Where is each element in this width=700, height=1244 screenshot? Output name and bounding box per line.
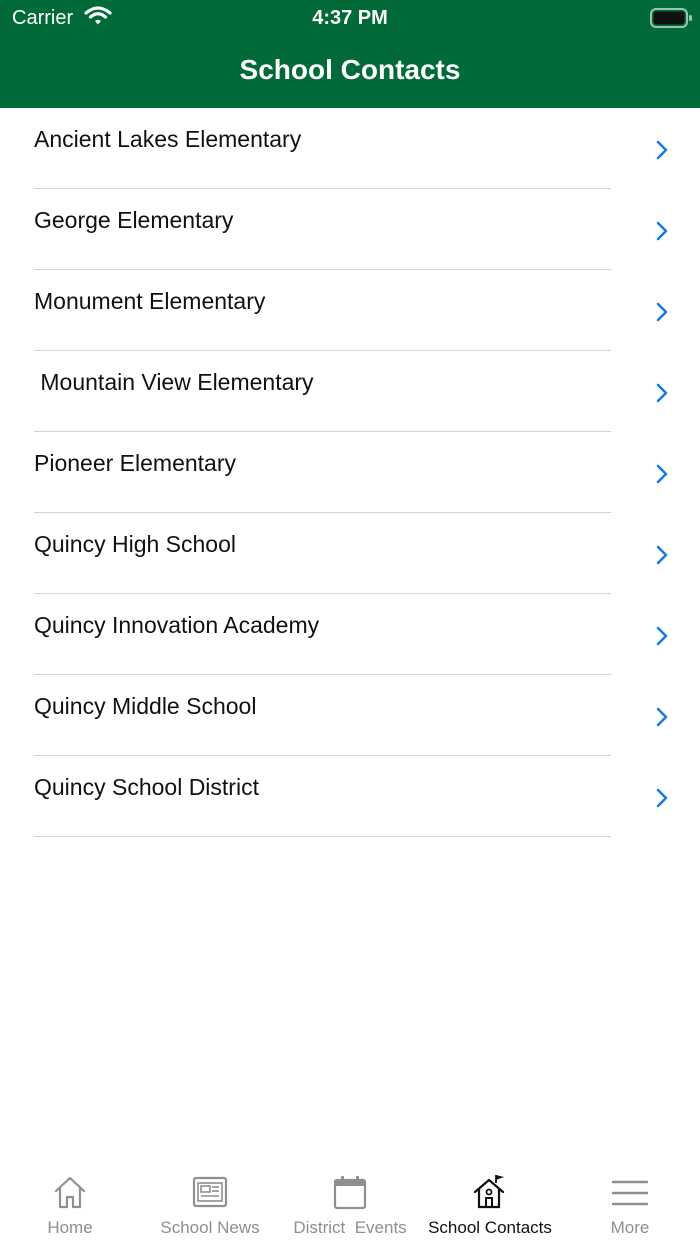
school-name: Quincy School District <box>34 774 259 800</box>
school-row-quincy-middle[interactable]: Quincy Middle School <box>0 675 700 756</box>
tab-school-news[interactable]: School News <box>140 1160 280 1244</box>
school-row-ancient-lakes[interactable]: Ancient Lakes Elementary <box>0 108 700 189</box>
school-row-quincy-innovation[interactable]: Quincy Innovation Academy <box>0 594 700 675</box>
chevron-right-icon <box>656 221 668 241</box>
tab-bar: Home School News District Events School … <box>0 1160 700 1244</box>
school-row-quincy-high[interactable]: Quincy High School <box>0 513 700 594</box>
chevron-right-icon <box>656 545 668 565</box>
school-name: Quincy High School <box>34 531 236 557</box>
school-name: Quincy Middle School <box>34 693 257 719</box>
school-name: Mountain View Elementary <box>34 369 314 395</box>
chevron-right-icon <box>656 788 668 808</box>
newspaper-icon <box>192 1176 228 1208</box>
menu-icon <box>612 1180 648 1206</box>
navigation-header: Carrier 4:37 PM School Contacts <box>0 0 700 108</box>
school-name: Ancient Lakes Elementary <box>34 126 302 152</box>
chevron-right-icon <box>656 140 668 160</box>
school-row-quincy-district[interactable]: Quincy School District <box>0 756 700 837</box>
row-divider <box>34 836 611 837</box>
tab-label: School Contacts <box>428 1218 552 1237</box>
school-row-george[interactable]: George Elementary <box>0 189 700 270</box>
status-bar: Carrier 4:37 PM <box>0 0 700 36</box>
home-icon <box>54 1176 86 1209</box>
school-name: Quincy Innovation Academy <box>34 612 320 638</box>
school-name: Monument Elementary <box>34 288 266 314</box>
school-row-pioneer[interactable]: Pioneer Elementary <box>0 432 700 513</box>
tab-label: More <box>610 1218 650 1237</box>
school-icon <box>473 1175 505 1209</box>
chevron-right-icon <box>656 464 668 484</box>
tab-label: Home <box>47 1218 93 1237</box>
battery-icon <box>650 8 692 28</box>
tab-school-contacts[interactable]: School Contacts <box>420 1160 560 1244</box>
school-row-monument[interactable]: Monument Elementary <box>0 270 700 351</box>
page-title: School Contacts <box>239 54 461 85</box>
tab-district-events[interactable]: District Events <box>280 1160 420 1244</box>
school-name: George Elementary <box>34 207 234 233</box>
school-name: Pioneer Elementary <box>34 450 236 476</box>
school-row-mountain-view[interactable]: Mountain View Elementary <box>0 351 700 432</box>
clock-time: 4:37 PM <box>312 7 388 29</box>
tab-more[interactable]: More <box>560 1160 700 1244</box>
chevron-right-icon <box>656 302 668 322</box>
tab-label: District Events <box>293 1218 407 1237</box>
tab-label: School News <box>160 1218 260 1237</box>
chevron-right-icon <box>656 707 668 727</box>
tab-home[interactable]: Home <box>0 1160 140 1244</box>
calendar-icon <box>333 1176 367 1210</box>
chevron-right-icon <box>656 626 668 646</box>
chevron-right-icon <box>656 383 668 403</box>
school-list: Ancient Lakes Elementary George Elementa… <box>0 108 700 837</box>
